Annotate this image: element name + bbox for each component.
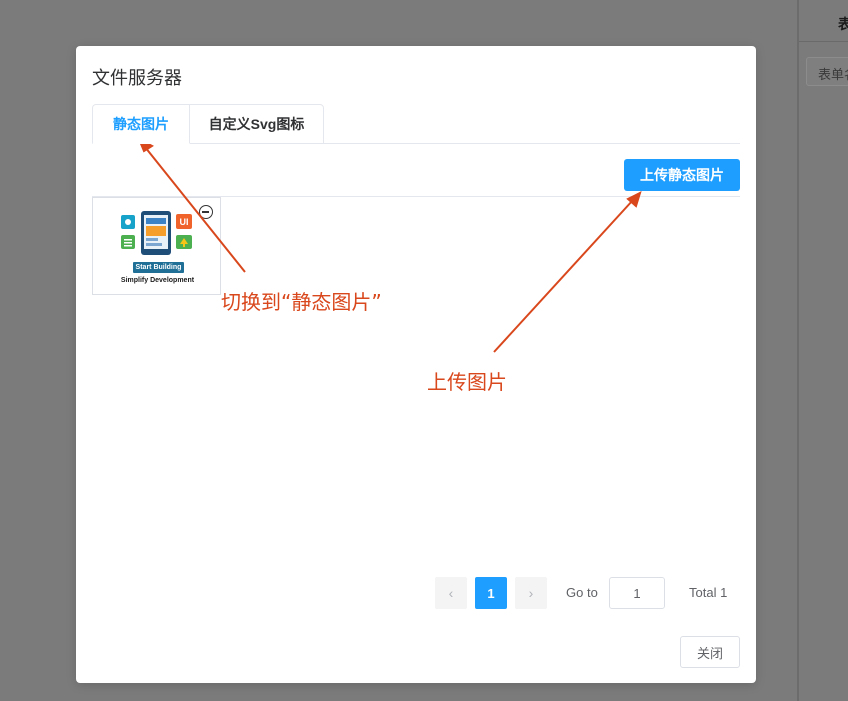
arrow-to-upload-line bbox=[493, 199, 634, 353]
tab-static-images[interactable]: 静态图片 bbox=[92, 104, 190, 144]
arrow-to-tab-line bbox=[144, 146, 246, 273]
annotation-switch-tab: 切换到“静态图片” bbox=[221, 290, 382, 314]
annotation-upload: 上传图片 bbox=[427, 370, 507, 394]
